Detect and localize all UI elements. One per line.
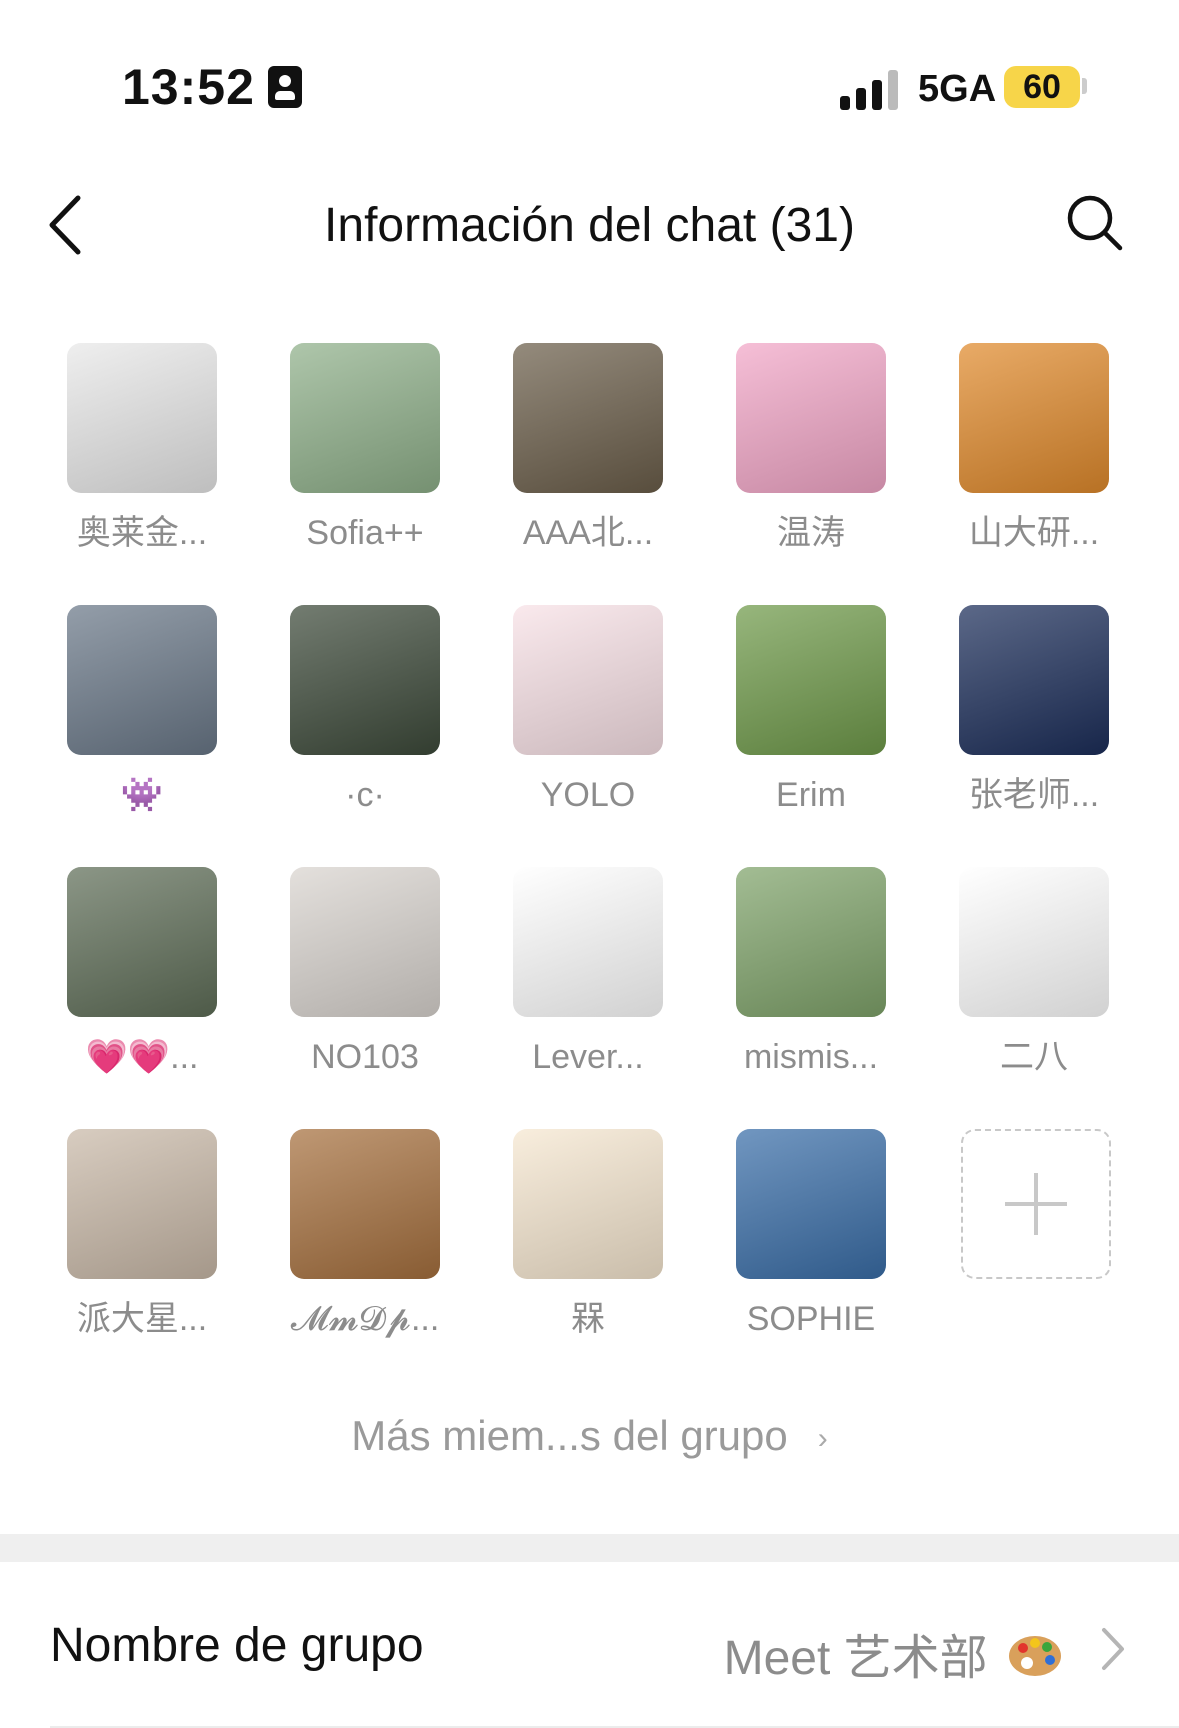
- mask-avatar[interactable]: [67, 1129, 217, 1279]
- member-name: 👾: [120, 776, 164, 814]
- cat-guitar-avatar[interactable]: [736, 343, 886, 493]
- status-time: 13:52: [122, 59, 255, 115]
- page-title: Información del chat (31): [324, 199, 855, 252]
- group-name-row[interactable]: Nombre de grupo Meet 艺术部: [0, 1562, 1179, 1728]
- member-item[interactable]: 奥莱金...: [30, 343, 254, 555]
- contact-card-icon: [268, 66, 302, 108]
- member-name: mismis...: [743, 1038, 879, 1076]
- avatar-image: [290, 343, 440, 493]
- battery-cap: [1082, 78, 1087, 94]
- cat-avatar[interactable]: [513, 1129, 663, 1279]
- avatar-image: [67, 867, 217, 1017]
- avatar-image: [959, 605, 1109, 755]
- avatar-image: [290, 1129, 440, 1279]
- avatar-image: [290, 605, 440, 755]
- member-item[interactable]: 槑: [476, 1129, 700, 1341]
- avatar-image: [736, 867, 886, 1017]
- member-name: Erim: [776, 776, 846, 814]
- more-members-label: Más miem...s del grupo: [351, 1412, 788, 1459]
- member-name: YOLO: [540, 776, 636, 814]
- pig-crown-avatar[interactable]: [67, 343, 217, 493]
- more-members-link[interactable]: Más miem...s del grupo ›: [0, 1412, 1179, 1460]
- duck-avatar[interactable]: [959, 867, 1109, 1017]
- member-name: NO103: [311, 1038, 419, 1076]
- member-name: 💗💗...: [85, 1038, 199, 1076]
- rocket-avatar[interactable]: [959, 605, 1109, 755]
- member-item[interactable]: mismis...: [699, 867, 923, 1079]
- avatar-image: [736, 605, 886, 755]
- monkey-avatar[interactable]: [959, 343, 1109, 493]
- member-item[interactable]: 派大星...: [30, 1129, 254, 1341]
- member-item[interactable]: YOLO: [476, 605, 700, 817]
- member-item[interactable]: SOPHIE: [699, 1129, 923, 1341]
- avatar-image: [513, 343, 663, 493]
- group-name-label: Nombre de grupo: [50, 1619, 424, 1672]
- signal-icon: [840, 70, 902, 110]
- avatar-image: [513, 605, 663, 755]
- member-item[interactable]: ·c·: [253, 605, 477, 817]
- rabbit-avatar[interactable]: [290, 605, 440, 755]
- search-icon[interactable]: [1064, 192, 1126, 254]
- group-name-value: Meet 艺术部: [724, 1618, 1063, 1688]
- avatar-image: [959, 867, 1109, 1017]
- member-item[interactable]: Lever...: [476, 867, 700, 1079]
- plus-icon[interactable]: [961, 1129, 1111, 1279]
- palette-emoji-icon: [1009, 1636, 1061, 1677]
- member-item[interactable]: 二八: [922, 867, 1146, 1079]
- member-name: Sofia++: [306, 514, 424, 552]
- network-type: 5GA: [918, 68, 997, 110]
- avatar-image: [736, 1129, 886, 1279]
- text-avatar[interactable]: [513, 867, 663, 1017]
- dog-avatar[interactable]: [513, 343, 663, 493]
- sonic-avatar[interactable]: [67, 605, 217, 755]
- avatar-image: [513, 867, 663, 1017]
- member-item[interactable]: Erim: [699, 605, 923, 817]
- photo-avatar[interactable]: [736, 867, 886, 1017]
- nav-header: Información del chat (31): [0, 170, 1179, 290]
- headphones-avatar[interactable]: [290, 867, 440, 1017]
- member-name: 派大星...: [76, 1300, 208, 1338]
- member-name: AAA北...: [522, 514, 654, 552]
- photo-avatar[interactable]: [67, 867, 217, 1017]
- avatar-image: [959, 343, 1109, 493]
- member-item[interactable]: 𝓜𝓶𝓓𝓹...: [253, 1129, 477, 1341]
- member-name: 槑: [571, 1300, 605, 1338]
- illustration-avatar[interactable]: [736, 1129, 886, 1279]
- member-name: 二八: [1000, 1038, 1068, 1076]
- group-name-text: Meet 艺术部: [723, 1632, 988, 1685]
- avatar-image: [67, 605, 217, 755]
- section-divider: [0, 1534, 1179, 1562]
- add-member-button[interactable]: [924, 1129, 1148, 1279]
- photo-avatar[interactable]: [736, 605, 886, 755]
- member-name: 张老师...: [968, 776, 1100, 814]
- member-name: 𝓜𝓶𝓓𝓹...: [290, 1300, 440, 1338]
- avatar-image: [67, 343, 217, 493]
- member-item[interactable]: 山大研...: [922, 343, 1146, 555]
- member-name: ·c·: [345, 776, 385, 814]
- member-item[interactable]: 温涛: [699, 343, 923, 555]
- member-name: 温涛: [777, 514, 845, 552]
- member-item[interactable]: 张老师...: [922, 605, 1146, 817]
- reading-avatar[interactable]: [290, 1129, 440, 1279]
- member-name: 山大研...: [968, 514, 1100, 552]
- avatar-image: [513, 1129, 663, 1279]
- status-bar: 13:52 5GA 60: [0, 0, 1179, 140]
- chevron-right-icon: ›: [817, 1421, 828, 1455]
- avatar-image: [290, 867, 440, 1017]
- member-item[interactable]: NO103: [253, 867, 477, 1079]
- member-item[interactable]: 💗💗...: [30, 867, 254, 1079]
- avatar-image: [67, 1129, 217, 1279]
- avatar-image: [736, 343, 886, 493]
- member-item[interactable]: 👾: [30, 605, 254, 817]
- member-name: SOPHIE: [746, 1300, 876, 1338]
- member-name: 奥莱金...: [76, 514, 208, 552]
- member-name: Lever...: [532, 1038, 644, 1076]
- photo-avatar[interactable]: [290, 343, 440, 493]
- chevron-right-icon: [1102, 1628, 1124, 1670]
- cartoon-dog-avatar[interactable]: [513, 605, 663, 755]
- battery-icon: 60: [1004, 66, 1080, 108]
- member-item[interactable]: Sofia++: [253, 343, 477, 555]
- member-item[interactable]: AAA北...: [476, 343, 700, 555]
